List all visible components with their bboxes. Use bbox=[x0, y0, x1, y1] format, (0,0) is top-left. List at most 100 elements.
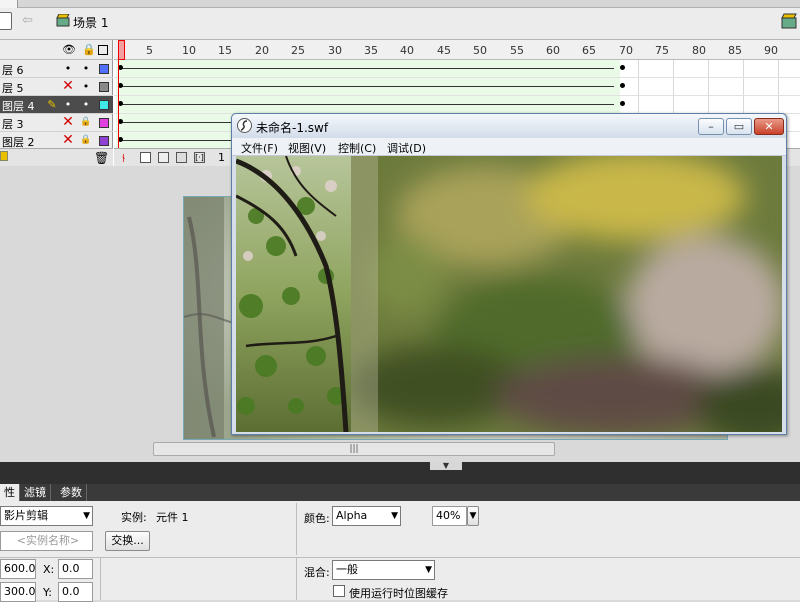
ruler-tick-label[interactable]: 40 bbox=[400, 44, 414, 57]
swap-button[interactable]: 交换... bbox=[105, 531, 150, 551]
close-button[interactable]: ✕ bbox=[754, 118, 784, 135]
maximize-button[interactable]: ▭ bbox=[726, 118, 752, 135]
layer-row[interactable]: 图层 4 ✎ • • bbox=[0, 96, 113, 114]
frame-row[interactable] bbox=[114, 60, 800, 78]
chevron-down-icon: ▼ bbox=[83, 511, 90, 521]
layer-row[interactable]: 层 5 ✕ • bbox=[0, 78, 113, 96]
color-label: 颜色: bbox=[304, 512, 330, 525]
ruler-tick-label[interactable]: 15 bbox=[218, 44, 232, 57]
width-input[interactable]: 600.0 bbox=[0, 559, 36, 579]
bitmap-cache-checkbox[interactable] bbox=[333, 585, 345, 597]
motion-tween[interactable] bbox=[116, 96, 620, 113]
back-arrow-icon[interactable]: ⇦ bbox=[22, 14, 38, 28]
hidden-x-icon[interactable]: ✕ bbox=[62, 133, 74, 147]
edit-scene-icon[interactable] bbox=[780, 12, 798, 30]
playhead[interactable] bbox=[118, 40, 125, 148]
alpha-slider-button[interactable]: ▼ bbox=[467, 506, 479, 526]
menu-file[interactable]: 文件(F) bbox=[241, 140, 278, 156]
keyframe-end[interactable] bbox=[620, 65, 625, 70]
layer-color-swatch[interactable] bbox=[99, 82, 109, 92]
swf-titlebar[interactable]: 未命名-1.swf – ▭ ✕ bbox=[232, 114, 786, 138]
center-frame-icon[interactable]: ⫮ bbox=[122, 151, 125, 166]
ruler-tick-label[interactable]: 60 bbox=[546, 44, 560, 57]
ruler-tick-label[interactable]: 80 bbox=[692, 44, 706, 57]
divider bbox=[296, 558, 297, 600]
instance-value: 元件 1 bbox=[156, 511, 189, 524]
blend-label: 混合: bbox=[304, 566, 330, 579]
ruler-tick-label[interactable]: 75 bbox=[655, 44, 669, 57]
panel-divider[interactable]: ▼ bbox=[0, 462, 800, 484]
onion-outline-icon[interactable] bbox=[158, 152, 169, 163]
motion-tween[interactable] bbox=[116, 60, 620, 77]
layer-color-swatch[interactable] bbox=[99, 100, 109, 110]
menu-view[interactable]: 视图(V) bbox=[288, 140, 326, 156]
motion-tween[interactable] bbox=[116, 78, 620, 95]
alpha-input[interactable]: 40% bbox=[432, 506, 467, 526]
outline-square-icon[interactable] bbox=[98, 45, 108, 55]
swf-preview-window[interactable]: 未命名-1.swf – ▭ ✕ 文件(F) 视图(V) 控制(C) 调试(D) bbox=[231, 113, 787, 435]
frame-ruler[interactable]: 151015202530354045505560657075808590 bbox=[114, 40, 800, 60]
tab-filters[interactable]: 滤镜 bbox=[20, 484, 51, 501]
keyframe-end[interactable] bbox=[620, 101, 625, 106]
ruler-tick-label[interactable]: 50 bbox=[473, 44, 487, 57]
hidden-x-icon[interactable]: ✕ bbox=[62, 115, 74, 129]
ruler-tick-label[interactable]: 65 bbox=[582, 44, 596, 57]
y-input[interactable]: 0.0 bbox=[58, 582, 93, 602]
ruler-tick-label[interactable]: 35 bbox=[364, 44, 378, 57]
lock-icon[interactable]: 🔒 bbox=[82, 43, 96, 57]
tab-properties[interactable]: 性 bbox=[0, 484, 20, 501]
lock-icon[interactable]: 🔒 bbox=[80, 134, 92, 147]
minimize-button[interactable]: – bbox=[698, 118, 724, 135]
stage-horizontal-scrollbar[interactable]: ||| bbox=[153, 442, 555, 456]
menu-debug[interactable]: 调试(D) bbox=[387, 140, 426, 156]
document-tab[interactable] bbox=[0, 0, 18, 8]
ruler-tick-label[interactable]: 10 bbox=[182, 44, 196, 57]
folder-icon[interactable] bbox=[0, 151, 8, 161]
color-effect-select[interactable]: Alpha ▼ bbox=[332, 506, 401, 526]
ruler-tick-label[interactable]: 30 bbox=[328, 44, 342, 57]
layer-color-swatch[interactable] bbox=[99, 64, 109, 74]
blend-mode-select[interactable]: 一般 ▼ bbox=[332, 560, 435, 580]
frame-row[interactable] bbox=[114, 78, 800, 96]
layer-row[interactable]: 层 6 • • bbox=[0, 60, 113, 78]
ruler-tick-label[interactable]: 85 bbox=[728, 44, 742, 57]
ruler-tick-label[interactable]: 90 bbox=[764, 44, 778, 57]
layer-name: 层 5 bbox=[2, 82, 24, 95]
visible-dot-icon[interactable]: • bbox=[62, 98, 74, 111]
layer-row[interactable]: 层 3 ✕ 🔒 bbox=[0, 114, 113, 132]
eye-icon[interactable]: 👁 bbox=[62, 43, 76, 57]
menu-control[interactable]: 控制(C) bbox=[338, 140, 376, 156]
keyframe-end[interactable] bbox=[620, 83, 625, 88]
symbol-type-select[interactable]: 影片剪辑 ▼ bbox=[0, 506, 93, 526]
instance-name-input[interactable]: <实例名称> bbox=[0, 531, 93, 551]
x-input[interactable]: 0.0 bbox=[58, 559, 93, 579]
lock-icon[interactable]: 🔒 bbox=[80, 116, 92, 129]
timeline-toggle-button[interactable] bbox=[0, 12, 12, 30]
bitmap-cache-label: 使用运行时位图缓存 bbox=[349, 587, 448, 600]
unlocked-dot-icon[interactable]: • bbox=[80, 62, 92, 75]
color-effect-value: Alpha bbox=[336, 509, 368, 522]
layer-color-swatch[interactable] bbox=[99, 118, 109, 128]
properties-tabs: 性 滤镜 参数 bbox=[0, 484, 800, 501]
hidden-x-icon[interactable]: ✕ bbox=[62, 79, 74, 93]
tab-parameters[interactable]: 参数 bbox=[56, 484, 87, 501]
edit-multiple-frames-icon[interactable] bbox=[176, 152, 187, 163]
modify-onion-markers-icon[interactable]: [·] bbox=[194, 152, 205, 163]
ruler-tick-label[interactable]: 5 bbox=[146, 44, 153, 57]
ruler-tick-label[interactable]: 25 bbox=[291, 44, 305, 57]
height-input[interactable]: 300.0 bbox=[0, 582, 36, 602]
ruler-tick-label[interactable]: 45 bbox=[437, 44, 451, 57]
scene-bar: ⇦ 场景 1 bbox=[0, 0, 800, 40]
panel-collapse-grip[interactable]: ▼ bbox=[430, 462, 462, 470]
trash-icon[interactable]: 🗑 bbox=[94, 151, 109, 165]
frame-row[interactable] bbox=[114, 96, 800, 114]
ruler-tick-label[interactable]: 70 bbox=[619, 44, 633, 57]
unlocked-dot-icon[interactable]: • bbox=[80, 98, 92, 111]
unlocked-dot-icon[interactable]: • bbox=[80, 80, 92, 93]
visible-dot-icon[interactable]: • bbox=[62, 62, 74, 75]
layer-color-swatch[interactable] bbox=[99, 136, 109, 146]
ruler-tick-label[interactable]: 55 bbox=[510, 44, 524, 57]
ruler-tick-label[interactable]: 20 bbox=[255, 44, 269, 57]
layer-name: 图层 4 bbox=[2, 100, 35, 113]
onion-skin-icon[interactable] bbox=[140, 152, 151, 163]
